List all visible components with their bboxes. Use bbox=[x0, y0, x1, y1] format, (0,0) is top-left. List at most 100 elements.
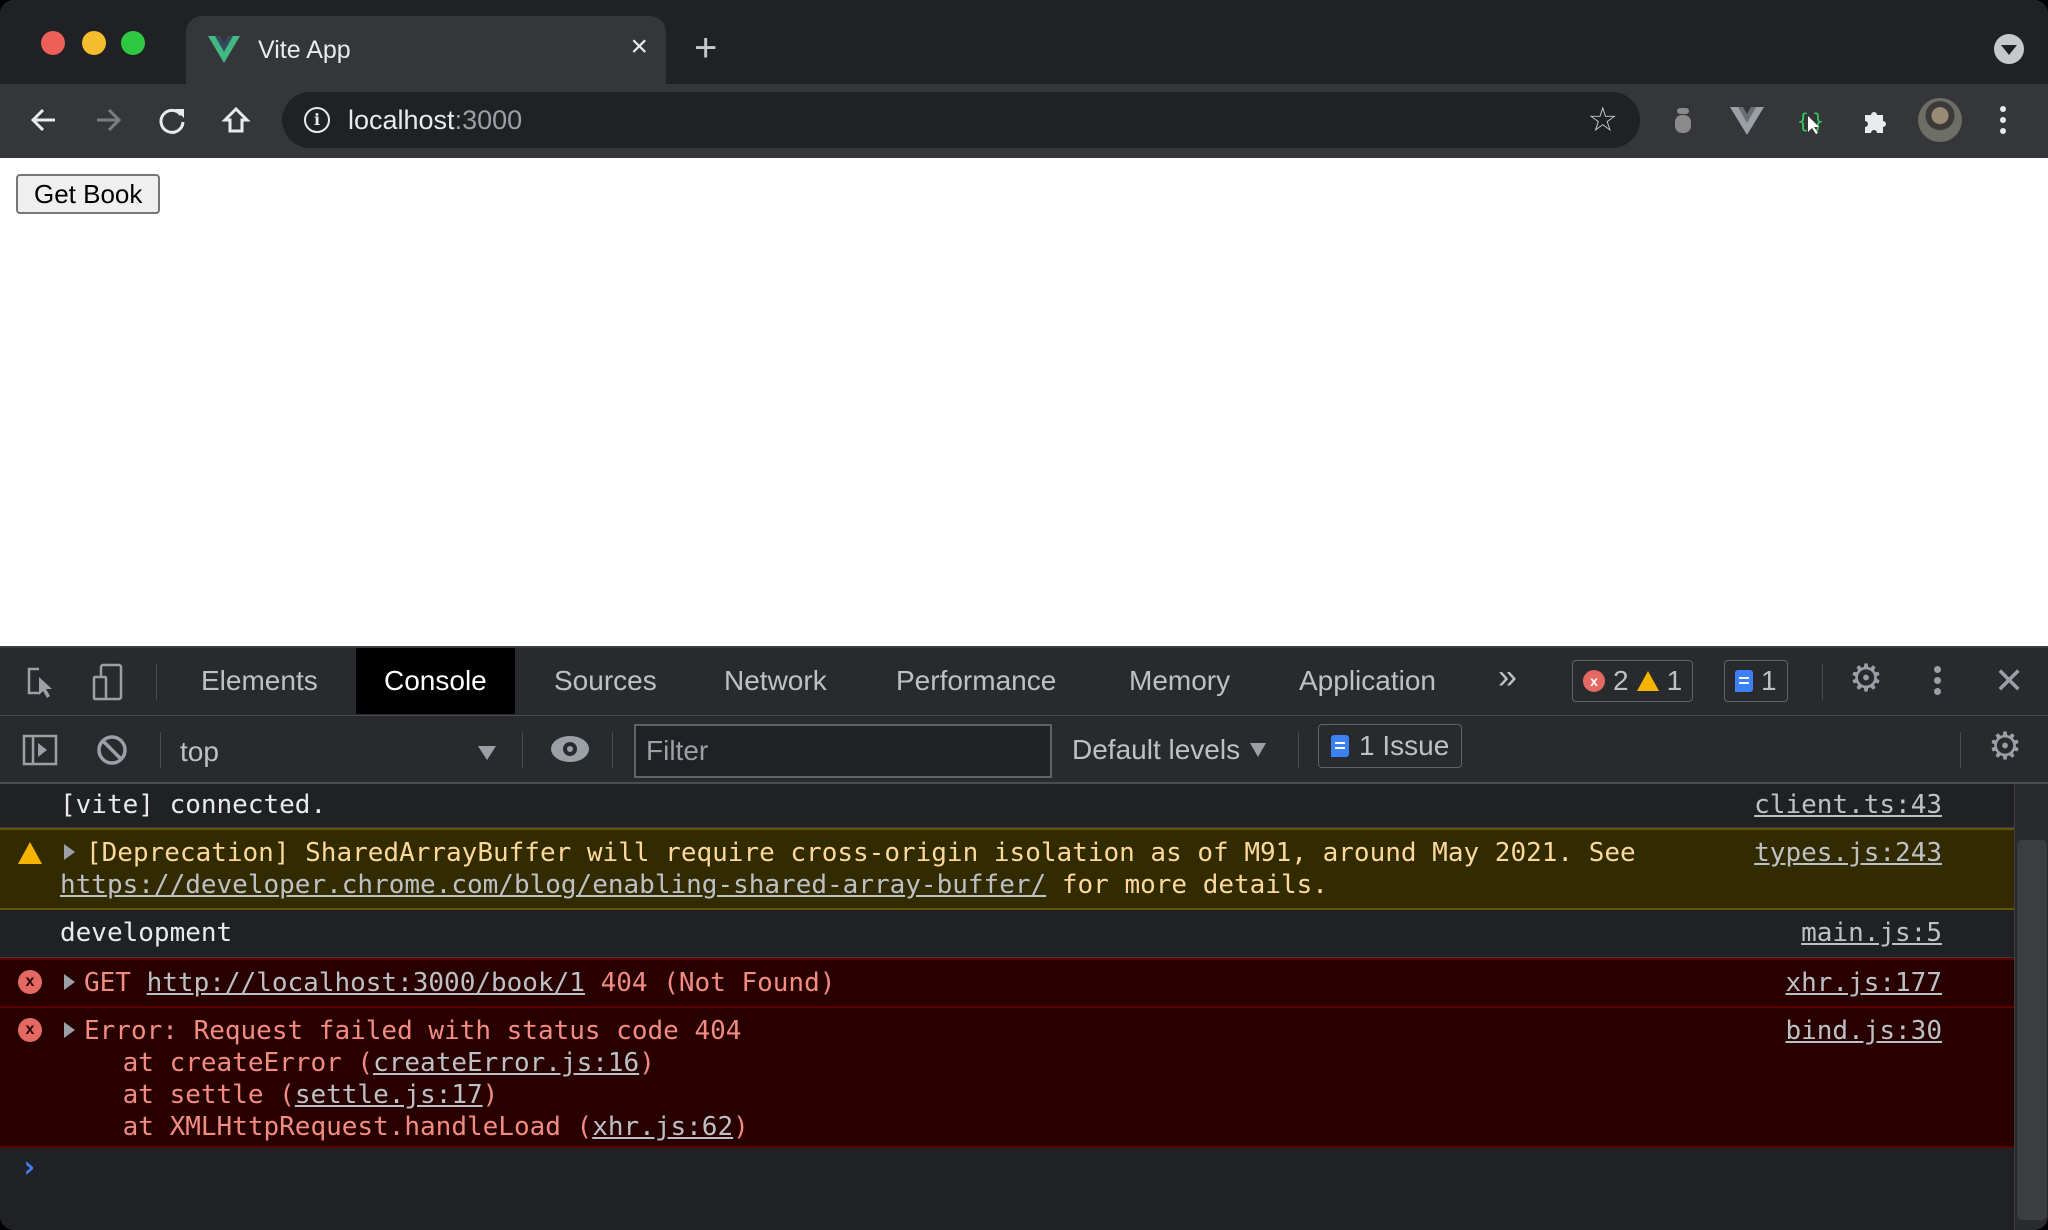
stack-frame-link[interactable]: settle.js:17 bbox=[295, 1080, 483, 1110]
clear-console-button[interactable] bbox=[92, 730, 132, 770]
stack-frame-text: at settle ( bbox=[60, 1080, 295, 1110]
json-viewer-extension-icon[interactable]: {} bbox=[1792, 102, 1830, 140]
show-sidebar-button[interactable] bbox=[20, 730, 60, 770]
source-link[interactable]: xhr.js:177 bbox=[1785, 968, 1942, 998]
toolbar-divider bbox=[1298, 732, 1299, 768]
stack-frame-suffix: ) bbox=[639, 1048, 655, 1078]
message-text: [Deprecation] SharedArrayBuffer will req… bbox=[86, 838, 1636, 868]
console-scrollbar[interactable] bbox=[2014, 784, 2048, 1230]
stack-frame-link[interactable]: createError.js:16 bbox=[373, 1048, 639, 1078]
message-prefix: GET bbox=[84, 968, 147, 998]
device-icon bbox=[92, 663, 123, 701]
device-toolbar-button[interactable] bbox=[88, 662, 128, 702]
tab-application[interactable]: Application bbox=[1271, 648, 1464, 714]
error-warning-counter[interactable]: x 2 1 bbox=[1572, 660, 1694, 702]
error-icon: x bbox=[1583, 670, 1605, 692]
address-bar[interactable]: i localhost:3000 ☆ bbox=[282, 92, 1640, 148]
profile-avatar[interactable] bbox=[1918, 98, 1962, 142]
toolbar-divider bbox=[160, 732, 161, 768]
browser-tab[interactable]: Vite App × bbox=[186, 16, 666, 84]
console-messages: [vite] connected. client.ts:43 [Deprecat… bbox=[0, 784, 2014, 1230]
issues-button[interactable]: 1 Issue bbox=[1318, 724, 1463, 768]
tab-network[interactable]: Network bbox=[696, 648, 855, 714]
message-suffix: 404 (Not Found) bbox=[584, 968, 836, 998]
extensions-puzzle-icon[interactable] bbox=[1856, 102, 1894, 140]
console-toolbar: top Default levels 1 Issue ⚙ bbox=[0, 716, 2048, 784]
browser-toolbar: i localhost:3000 ☆ {} bbox=[0, 84, 2048, 158]
warning-icon bbox=[18, 842, 42, 864]
home-button[interactable] bbox=[214, 98, 258, 142]
tab-elements[interactable]: Elements bbox=[173, 648, 346, 714]
new-tab-button[interactable]: + bbox=[694, 28, 717, 68]
stack-frame-link[interactable]: xhr.js:62 bbox=[592, 1112, 733, 1142]
tab-performance[interactable]: Performance bbox=[868, 648, 1084, 714]
svg-text:{: { bbox=[1797, 109, 1809, 133]
tab-search-icon[interactable] bbox=[1994, 34, 2024, 64]
close-devtools-icon[interactable]: ✕ bbox=[1994, 660, 2024, 702]
stack-frame: at settle (settle.js:17) bbox=[60, 1080, 499, 1110]
devtools-settings-gear-icon[interactable]: ⚙ bbox=[1849, 660, 1883, 698]
inspect-cursor-icon bbox=[27, 667, 52, 698]
javascript-context-select[interactable]: top bbox=[178, 728, 502, 772]
console-prompt-icon[interactable]: › bbox=[20, 1150, 38, 1185]
error-icon: x bbox=[18, 970, 42, 994]
issues-counter[interactable]: 1 bbox=[1724, 660, 1788, 702]
url-text[interactable]: localhost:3000 bbox=[348, 105, 522, 136]
console-settings-gear-icon[interactable]: ⚙ bbox=[1988, 728, 2022, 766]
stack-frame-text: at createError ( bbox=[60, 1048, 374, 1078]
tab-console[interactable]: Console bbox=[356, 648, 515, 714]
url-host: localhost bbox=[348, 105, 455, 135]
live-expression-eye-icon[interactable] bbox=[551, 736, 589, 762]
request-url-link[interactable]: http://localhost:3000/book/1 bbox=[147, 968, 585, 998]
get-book-button[interactable]: Get Book bbox=[16, 174, 161, 214]
source-link[interactable]: main.js:5 bbox=[1801, 918, 1942, 948]
log-levels-dropdown[interactable]: Default levels bbox=[1072, 728, 1267, 772]
toolbar-divider bbox=[522, 732, 523, 768]
more-tabs-icon[interactable]: » bbox=[1498, 658, 1517, 697]
site-info-icon[interactable]: i bbox=[304, 107, 330, 133]
source-link[interactable]: types.js:243 bbox=[1754, 838, 1942, 868]
reload-icon bbox=[159, 108, 185, 134]
bug-extension-icon[interactable] bbox=[1664, 102, 1702, 140]
close-window-button[interactable] bbox=[41, 31, 65, 55]
browser-menu-icon[interactable] bbox=[1994, 106, 2012, 138]
devtools-menu-icon[interactable] bbox=[1932, 666, 1942, 698]
forward-button[interactable] bbox=[86, 98, 130, 142]
message-text: Error: Request failed with status code 4… bbox=[84, 1016, 742, 1046]
back-button[interactable] bbox=[22, 98, 66, 142]
context-value: top bbox=[180, 736, 219, 767]
expand-arrow-icon[interactable] bbox=[64, 1022, 75, 1038]
scrollbar-thumb[interactable] bbox=[2017, 840, 2047, 1220]
toolbar-divider bbox=[156, 664, 157, 700]
tab-strip: Vite App × + bbox=[0, 0, 2048, 84]
reload-button[interactable] bbox=[150, 98, 194, 142]
tab-sources[interactable]: Sources bbox=[526, 648, 685, 714]
console-filter-input[interactable] bbox=[634, 724, 1052, 778]
warning-icon bbox=[1636, 671, 1659, 691]
devtools-panel: Elements Console Sources Network Perform… bbox=[0, 646, 2048, 1230]
close-tab-icon[interactable]: × bbox=[630, 32, 648, 62]
expand-arrow-icon[interactable] bbox=[64, 844, 75, 860]
message-link[interactable]: https://developer.chrome.com/blog/enabli… bbox=[60, 870, 1046, 900]
expand-arrow-icon[interactable] bbox=[64, 974, 75, 990]
console-message-log: development main.js:5 bbox=[0, 910, 2014, 958]
source-link[interactable]: bind.js:30 bbox=[1785, 1016, 1942, 1046]
maximize-window-button[interactable] bbox=[121, 31, 145, 55]
stack-frame-text: at XMLHttpRequest.handleLoad ( bbox=[60, 1112, 593, 1142]
vue-devtools-extension-icon[interactable] bbox=[1728, 102, 1766, 140]
page-viewport: Get Book bbox=[0, 158, 2048, 646]
source-link[interactable]: client.ts:43 bbox=[1754, 790, 1942, 820]
inspect-element-button[interactable] bbox=[22, 662, 62, 702]
tab-memory[interactable]: Memory bbox=[1101, 648, 1258, 714]
url-port: :3000 bbox=[454, 105, 523, 135]
bookmark-star-icon[interactable]: ☆ bbox=[1588, 100, 1618, 140]
issue-icon bbox=[1331, 735, 1349, 757]
issues-label: 1 Issue bbox=[1359, 730, 1450, 761]
dropdown-arrow-icon bbox=[478, 746, 496, 760]
toolbar-divider bbox=[1960, 732, 1961, 768]
dropdown-arrow-icon bbox=[1250, 743, 1267, 757]
minimize-window-button[interactable] bbox=[82, 31, 106, 55]
arrow-left-icon bbox=[30, 108, 55, 132]
sidebar-toggle-icon bbox=[22, 734, 58, 766]
devtools-tab-bar: Elements Console Sources Network Perform… bbox=[0, 648, 2048, 716]
